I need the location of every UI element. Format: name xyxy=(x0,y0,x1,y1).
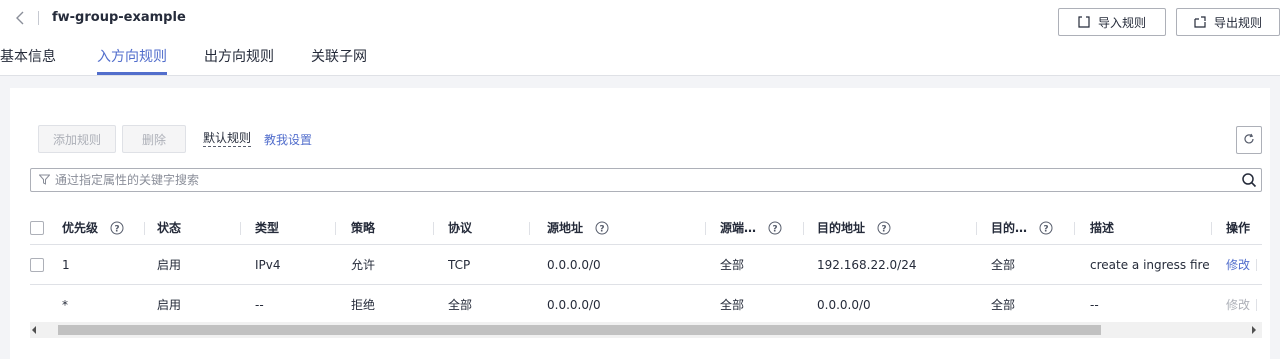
table-row: 1 启用 IPv4 允许 TCP 0.0.0.0/0 全部 192.168.22… xyxy=(30,245,1262,285)
column-header-description: 描述 xyxy=(1090,221,1115,235)
column-header-actions: 操作 xyxy=(1226,221,1251,235)
cell-priority: * xyxy=(62,297,68,312)
tab-associated-subnets[interactable]: 关联子网 xyxy=(311,46,367,66)
cell-actions: 修改 xyxy=(1226,285,1262,324)
back-arrow-icon[interactable] xyxy=(14,9,28,27)
title-divider xyxy=(38,11,39,25)
add-rule-button[interactable]: 添加规则 xyxy=(38,125,116,153)
svg-text:?: ? xyxy=(1043,224,1048,234)
column-separator xyxy=(433,222,434,235)
row-checkbox[interactable] xyxy=(30,258,44,272)
page-gutter-right xyxy=(1270,88,1280,359)
column-header-priority: 优先级 ? xyxy=(62,211,172,244)
help-icon[interactable]: ? xyxy=(110,221,124,235)
refresh-icon xyxy=(1243,133,1255,148)
tab-outbound-rules[interactable]: 出方向规则 xyxy=(204,46,274,66)
cell-destination: 0.0.0.0/0 xyxy=(817,297,871,312)
column-header-source: 源地址 ? xyxy=(547,211,697,244)
cell-protocol: TCP xyxy=(448,257,471,272)
import-icon xyxy=(1078,16,1090,28)
cell-type: IPv4 xyxy=(255,257,281,272)
column-header-type: 类型 xyxy=(255,221,280,235)
column-separator xyxy=(529,222,530,235)
help-setup-link[interactable]: 教我设置 xyxy=(264,131,312,148)
column-separator xyxy=(976,222,977,235)
column-separator xyxy=(803,222,804,235)
page-gutter-left xyxy=(0,88,10,359)
scroll-right-arrow-icon[interactable] xyxy=(1252,326,1256,334)
cell-dest-port: 全部 xyxy=(991,298,1016,312)
help-icon[interactable]: ? xyxy=(595,221,609,235)
import-rules-label: 导入规则 xyxy=(1097,15,1146,30)
column-separator xyxy=(705,222,706,235)
scrollbar-thumb[interactable] xyxy=(58,325,1101,335)
tab-inbound-rules[interactable]: 入方向规则 xyxy=(97,46,167,66)
select-all-checkbox[interactable] xyxy=(30,221,44,235)
table-row: * 启用 -- 拒绝 全部 0.0.0.0/0 全部 0.0.0.0/0 全部 … xyxy=(30,285,1262,325)
column-header-destination: 目的地址 ? xyxy=(817,211,967,244)
column-separator xyxy=(1074,222,1075,235)
tab-bar: 基本信息 入方向规则 出方向规则 关联子网 xyxy=(0,38,1280,76)
column-header-dest-port: 目的… ? xyxy=(991,211,1071,244)
cell-protocol: 全部 xyxy=(448,298,473,312)
cell-policy: 拒绝 xyxy=(351,298,376,312)
svg-text:?: ? xyxy=(881,224,886,234)
column-separator xyxy=(144,222,145,235)
refresh-button[interactable] xyxy=(1236,126,1262,154)
cell-source-port: 全部 xyxy=(720,298,745,312)
svg-text:?: ? xyxy=(599,224,604,234)
default-rule-link[interactable]: 默认规则 xyxy=(203,131,252,147)
export-rules-label: 导出规则 xyxy=(1213,15,1262,30)
search-icon[interactable] xyxy=(1241,172,1257,188)
cell-status: 启用 xyxy=(157,258,182,272)
active-tab-indicator xyxy=(97,72,167,75)
column-separator xyxy=(1211,222,1212,235)
cell-source: 0.0.0.0/0 xyxy=(547,297,601,312)
column-separator xyxy=(335,222,336,235)
search-box xyxy=(30,168,1262,192)
column-header-status: 状态 xyxy=(157,221,182,235)
export-icon xyxy=(1194,16,1206,28)
svg-text:?: ? xyxy=(772,224,777,234)
column-header-policy: 策略 xyxy=(351,221,376,235)
import-rules-button[interactable]: 导入规则 xyxy=(1058,8,1166,36)
edit-link: 修改 xyxy=(1226,298,1251,312)
delete-button[interactable]: 删除 xyxy=(122,125,186,153)
help-icon[interactable]: ? xyxy=(1039,221,1053,235)
column-header-source-port: 源端… ? xyxy=(720,211,800,244)
cell-status: 启用 xyxy=(157,298,182,312)
column-header-protocol: 协议 xyxy=(448,221,473,235)
filter-icon xyxy=(38,174,51,185)
column-separator xyxy=(240,222,241,235)
horizontal-scrollbar[interactable] xyxy=(30,322,1262,338)
edit-link[interactable]: 修改 xyxy=(1226,256,1250,273)
cell-dest-port: 全部 xyxy=(991,258,1016,272)
action-separator xyxy=(1256,258,1258,271)
cell-type: -- xyxy=(255,297,264,312)
cell-description: create a ingress fire… xyxy=(1090,257,1210,272)
cell-actions: 修改 xyxy=(1226,245,1262,284)
header-bar: fw-group-example 导入规则 导出规则 xyxy=(0,0,1280,38)
tab-basic-info[interactable]: 基本信息 xyxy=(0,46,56,66)
action-separator xyxy=(1256,298,1258,311)
section-divider xyxy=(0,76,1280,88)
cell-source: 0.0.0.0/0 xyxy=(547,257,601,272)
scroll-left-arrow-icon[interactable] xyxy=(32,326,36,334)
cell-priority: 1 xyxy=(62,257,70,272)
export-rules-button[interactable]: 导出规则 xyxy=(1176,8,1280,36)
cell-source-port: 全部 xyxy=(720,258,745,272)
cell-destination: 192.168.22.0/24 xyxy=(817,257,917,272)
help-icon[interactable]: ? xyxy=(877,221,891,235)
svg-text:?: ? xyxy=(114,224,119,234)
page-title: fw-group-example xyxy=(52,10,186,25)
cell-policy: 允许 xyxy=(351,258,376,272)
help-icon[interactable]: ? xyxy=(768,221,782,235)
table-header-row: 优先级 ? 状态 类型 策略 协议 源地址 ? 源端… ? 目的地址 ? 目的…… xyxy=(30,211,1262,245)
cell-description: -- xyxy=(1090,297,1099,312)
search-input[interactable] xyxy=(55,170,1235,190)
